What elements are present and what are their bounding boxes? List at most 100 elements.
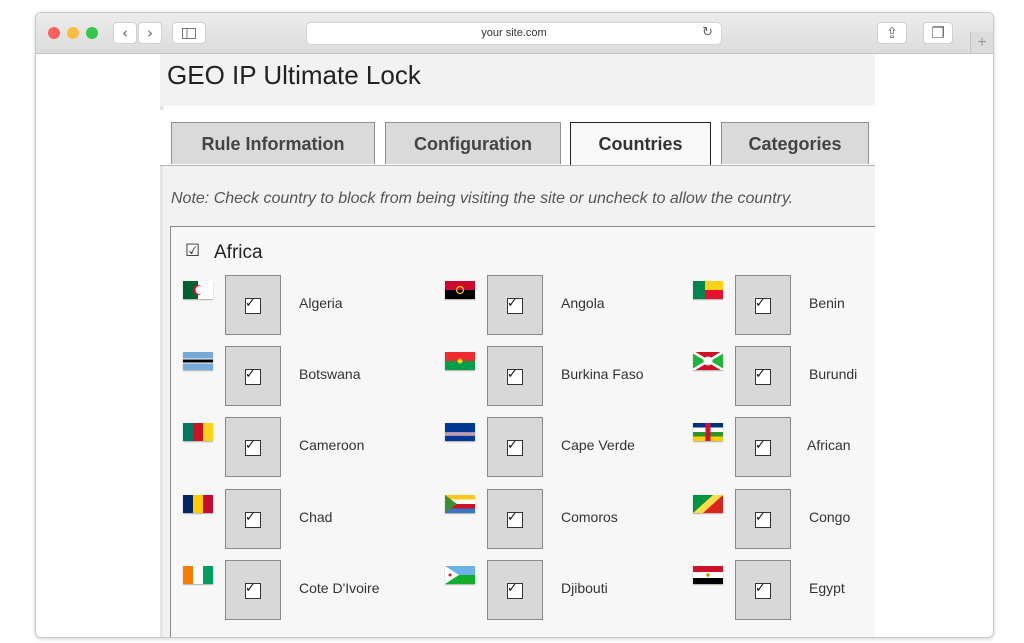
region-label: Africa: [214, 242, 263, 263]
country-item: ✓ African: [693, 417, 875, 479]
country-item: ✓ Algeria: [183, 275, 433, 337]
burundi-flag: [693, 352, 723, 370]
country-checkbox[interactable]: ✓: [487, 275, 543, 335]
checkbox-mark: ✓: [755, 438, 771, 456]
country-item: ✓ Cape Verde: [445, 417, 695, 479]
country-item: ✓ Egypt: [693, 560, 875, 622]
browser-window: ‹ › your site.com ↻ ⇪ ❐ + GEO IP Ultimat…: [35, 12, 994, 638]
checkbox-mark: ✓: [507, 581, 523, 599]
egypt-flag: [693, 566, 723, 584]
instructions-note: Note: Check country to block from being …: [171, 190, 794, 207]
angola-flag: [445, 281, 475, 299]
address-bar[interactable]: your site.com ↻: [306, 22, 722, 45]
check-icon: ✓: [755, 581, 766, 596]
country-item: ✓ Benin: [693, 275, 875, 337]
comoros-flag: [445, 495, 475, 513]
forward-button[interactable]: ›: [138, 22, 162, 44]
algeria-flag: [183, 281, 213, 299]
check-icon: ✓: [755, 438, 766, 453]
check-icon: ✓: [507, 581, 518, 596]
share-button[interactable]: ⇪: [877, 22, 907, 44]
sidebar-toggle-button[interactable]: [172, 22, 206, 44]
url-text: your site.com: [481, 27, 547, 39]
checkbox-mark: ✓: [245, 296, 261, 314]
country-checkbox[interactable]: ✓: [225, 489, 281, 549]
check-icon: ✓: [755, 296, 766, 311]
country-checkbox[interactable]: ✓: [225, 275, 281, 335]
check-icon: ✓: [245, 296, 256, 311]
country-name: Algeria: [299, 295, 343, 311]
region-checkbox[interactable]: ☑: [185, 241, 200, 261]
close-window-button[interactable]: [48, 27, 60, 39]
country-panel: ☑ Africa ✓ Algeria ✓ Angola ✓ Benin ✓ Botswana ✓…: [170, 226, 875, 637]
country-checkbox[interactable]: ✓: [225, 346, 281, 406]
minimize-window-button[interactable]: [67, 27, 79, 39]
country-item: ✓ Burundi: [693, 346, 875, 408]
new-tab-button[interactable]: +: [970, 32, 993, 53]
country-name: Comoros: [561, 509, 618, 525]
country-item: ✓ Chad: [183, 489, 433, 551]
djibouti-flag: [445, 566, 475, 584]
country-item: ✓ Cameroon: [183, 417, 433, 479]
browser-toolbar: ‹ › your site.com ↻ ⇪ ❐ +: [36, 13, 993, 54]
cameroon-flag: [183, 423, 213, 441]
tab-countries[interactable]: Countries: [570, 122, 711, 165]
country-checkbox[interactable]: ✓: [735, 346, 791, 406]
chad-flag: [183, 495, 213, 513]
country-name: Cote D'Ivoire: [299, 580, 380, 596]
country-checkbox[interactable]: ✓: [735, 560, 791, 620]
cape-verde-flag: [445, 423, 475, 441]
tab-rule-information[interactable]: Rule Information: [171, 122, 375, 164]
country-checkbox[interactable]: ✓: [487, 417, 543, 477]
check-icon: ✓: [507, 367, 518, 382]
page-content: GEO IP Ultimate Lock Rule Information Co…: [160, 54, 875, 637]
country-checkbox[interactable]: ✓: [225, 417, 281, 477]
botswana-flag: [183, 352, 213, 370]
country-checkbox[interactable]: ✓: [487, 346, 543, 406]
cote-divoire-flag: [183, 566, 213, 584]
checkbox-mark: ✓: [507, 438, 523, 456]
tab-configuration[interactable]: Configuration: [385, 122, 561, 164]
check-icon: ✓: [245, 510, 256, 525]
country-checkbox[interactable]: ✓: [225, 560, 281, 620]
page-title: GEO IP Ultimate Lock: [167, 60, 421, 90]
check-icon: ✓: [245, 367, 256, 382]
country-name: Egypt: [809, 580, 845, 596]
country-name: Burundi: [809, 366, 858, 382]
country-checkbox[interactable]: ✓: [735, 489, 791, 549]
checkbox-mark: ✓: [245, 438, 261, 456]
country-name: Botswana: [299, 366, 361, 382]
sidebar-icon: [182, 28, 196, 39]
checkbox-mark: ✓: [755, 367, 771, 385]
country-item: ✓ Djibouti: [445, 560, 695, 622]
country-item: ✓ Cote D'Ivoire: [183, 560, 433, 622]
country-name: Cameroon: [299, 437, 365, 453]
checkbox-mark: ✓: [245, 581, 261, 599]
checkbox-mark: ✓: [755, 581, 771, 599]
check-icon: ✓: [245, 581, 256, 596]
country-name: Angola: [561, 295, 605, 311]
country-checkbox[interactable]: ✓: [735, 275, 791, 335]
reload-icon[interactable]: ↻: [702, 25, 713, 40]
central-african-republic-flag: [693, 423, 723, 441]
country-name: African: [807, 437, 851, 453]
country-checkbox[interactable]: ✓: [487, 560, 543, 620]
country-name: Chad: [299, 509, 333, 525]
check-icon: ✓: [507, 438, 518, 453]
country-name: Benin: [809, 295, 845, 311]
country-checkbox[interactable]: ✓: [735, 417, 791, 477]
country-item: ✓ Comoros: [445, 489, 695, 551]
zoom-window-button[interactable]: [86, 27, 98, 39]
checkbox-mark: ✓: [507, 367, 523, 385]
country-checkbox[interactable]: ✓: [487, 489, 543, 549]
check-icon: ✓: [755, 510, 766, 525]
tab-categories[interactable]: Categories: [721, 122, 869, 164]
country-name: Djibouti: [561, 580, 608, 596]
tabs-overview-button[interactable]: ❐: [923, 22, 953, 44]
country-name: Burkina Faso: [561, 366, 644, 382]
tab-bar: Rule Information Configuration Countries…: [160, 110, 875, 166]
benin-flag: [693, 281, 723, 299]
checkbox-mark: ✓: [245, 510, 261, 528]
checkbox-mark: ✓: [507, 510, 523, 528]
back-button[interactable]: ‹: [113, 22, 137, 44]
